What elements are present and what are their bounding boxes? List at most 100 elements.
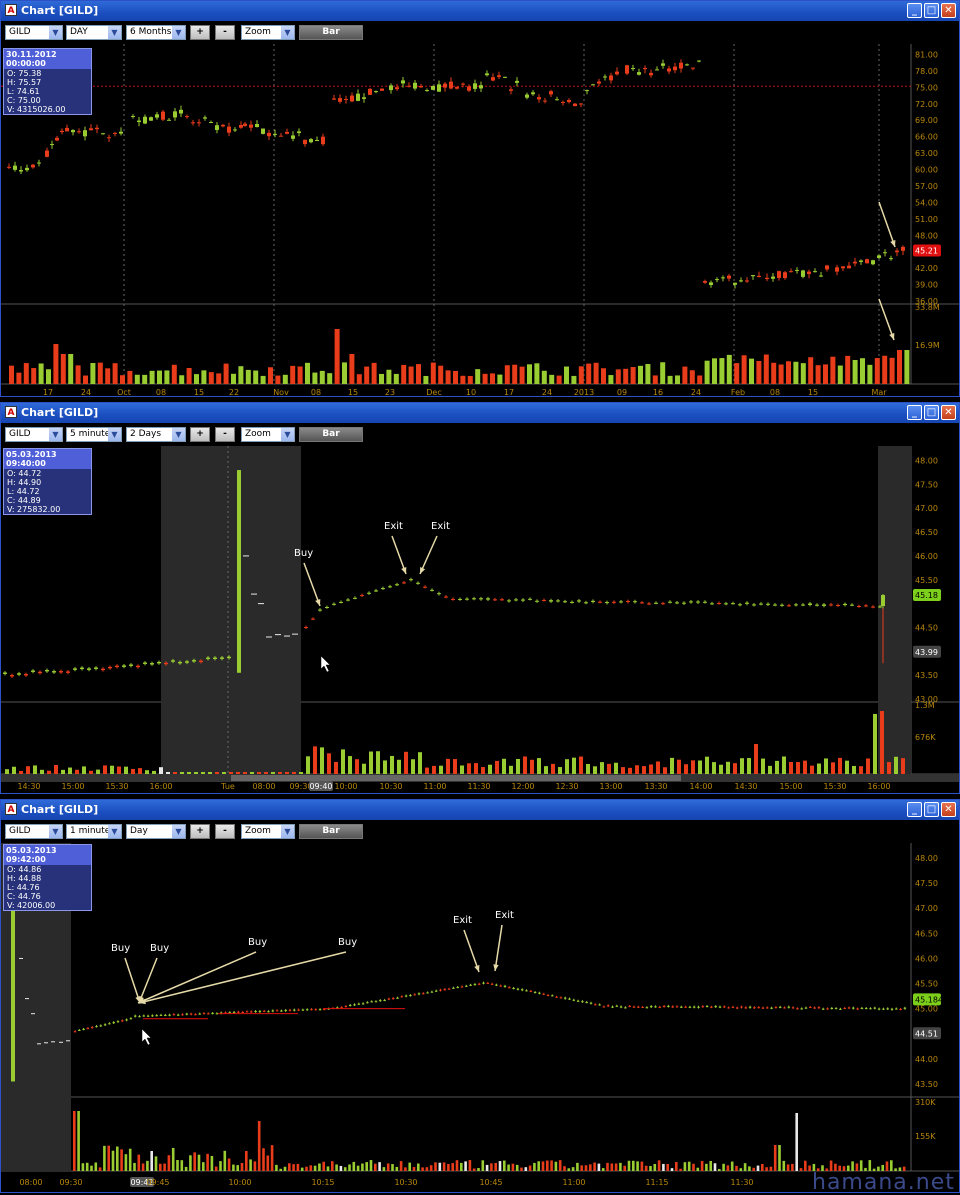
zoom-select[interactable]: Zoom ▼ [241,25,295,40]
maximize-button[interactable]: □ [924,3,939,18]
volume-bar [504,365,510,384]
range-select[interactable]: 6 Months ▼ [126,25,186,40]
price-chart[interactable]: 48.00 47.50 47.00 46.50 46.00 45.50 45.18 44.50… [1,446,959,793]
zoom-in-button[interactable]: + [190,25,210,40]
candle-body [714,1006,717,1008]
candle-body [472,598,476,600]
bar-type-button[interactable]: Bar [299,25,363,40]
volume-bar [447,1163,450,1171]
volume-bar [382,1167,386,1171]
time-tick-label: 15 [348,388,358,396]
minimize-button[interactable]: _ [907,3,922,18]
time-tick-label: 11:00 [562,1178,585,1187]
volume-bar [236,1165,239,1171]
volume-bar [9,365,14,384]
symbol-select[interactable]: GILD ▼ [5,25,63,40]
price-tick-label: 44.50 [915,623,938,632]
maximize-button[interactable]: □ [924,802,939,817]
title-bar[interactable]: A Chart [GILD] _ □ ✕ [1,800,959,820]
ohlc-high: H: 44.88 [7,874,42,883]
volume-bar [554,1161,558,1171]
interval-select[interactable]: 5 minutes ▼ [66,427,122,442]
candle-body [834,1008,838,1010]
candle-body [551,995,554,997]
volume-bar [214,1166,218,1171]
volume-bar [107,1145,110,1171]
interval-select[interactable]: 1 minute ▼ [66,824,122,839]
volume-bar [421,1167,424,1171]
volume-bar [485,1164,489,1171]
candle-body [640,602,644,604]
candle-body [473,83,477,89]
volume-bar [68,354,74,384]
zoom-out-button[interactable]: - [215,25,235,40]
zoom-in-button[interactable]: + [190,824,210,839]
candle-body [37,162,41,164]
candle-body [258,1011,262,1013]
chevron-down-icon: ▼ [49,825,62,838]
volume-bar [866,758,870,774]
volume-bar [193,1152,196,1171]
title-bar[interactable]: A Chart [GILD] _ □ ✕ [1,1,959,21]
annotation-buy: Buy [294,548,313,559]
candle-body [323,1009,326,1011]
minimize-button[interactable]: _ [907,405,922,420]
candle-body [24,674,28,676]
bar-type-button[interactable]: Bar [299,427,363,442]
candle-body [404,995,408,997]
volume-bar [253,370,259,384]
candle-body [533,992,537,994]
volume-bar [167,1155,171,1171]
candle-body [273,133,277,135]
zoom-select[interactable]: Zoom ▼ [241,824,295,839]
zoom-select[interactable]: Zoom ▼ [241,427,295,442]
symbol-select[interactable]: GILD ▼ [5,824,63,839]
volume-bar [824,758,828,774]
range-select[interactable]: 2 Days ▼ [126,427,186,442]
candle-body [795,269,799,271]
candle-body [90,1027,94,1029]
candle-body [757,275,761,278]
volume-bar [830,356,836,384]
candle-body [503,76,507,78]
volume-bar [268,367,273,384]
symbol-select[interactable]: GILD ▼ [5,427,63,442]
candle-body [766,603,770,605]
candle-body [689,601,693,603]
candle-body [239,125,243,128]
zoom-out-button[interactable]: - [215,824,235,839]
title-bar[interactable]: A Chart [GILD] _ □ ✕ [1,403,959,423]
volume-bar [376,751,380,774]
close-button[interactable]: ✕ [941,405,956,420]
minimize-button[interactable]: _ [907,802,922,817]
close-button[interactable]: ✕ [941,3,956,18]
volume-bar [275,375,281,384]
candle-body [878,606,882,608]
volume-bar [754,744,758,774]
candle-body [71,130,75,133]
zoom-out-button[interactable]: - [215,427,235,442]
zoom-in-button[interactable]: + [190,427,210,442]
price-tick-label: 47.00 [915,504,938,513]
time-tick-label: 10 [466,388,476,396]
volume-bar [527,364,532,384]
range-select[interactable]: Day ▼ [126,824,186,839]
candle-body [661,63,665,66]
candle-body [350,95,354,102]
close-button[interactable]: ✕ [941,802,956,817]
time-tick-label: 23 [385,388,395,396]
candle-body [332,603,336,605]
price-chart[interactable]: 48.00 47.50 47.00 46.50 46.00 45.50 45.18445.0… [1,843,959,1192]
candle-body [86,1028,90,1030]
bar-type-button[interactable]: Bar [299,824,363,839]
volume-bar [712,762,716,774]
price-chart[interactable]: 81.00 78.00 75.00 72.00 69.00 66.00 63.00 60.00… [1,44,959,396]
candle-body [417,993,421,995]
volume-bar [740,758,744,774]
price-marker-label: 45.184 [915,995,943,1004]
interval-select[interactable]: DAY ▼ [66,25,122,40]
candle-body [594,1004,597,1006]
maximize-button[interactable]: □ [924,405,939,420]
volume-bar [460,375,466,384]
candle-body [598,1004,601,1006]
